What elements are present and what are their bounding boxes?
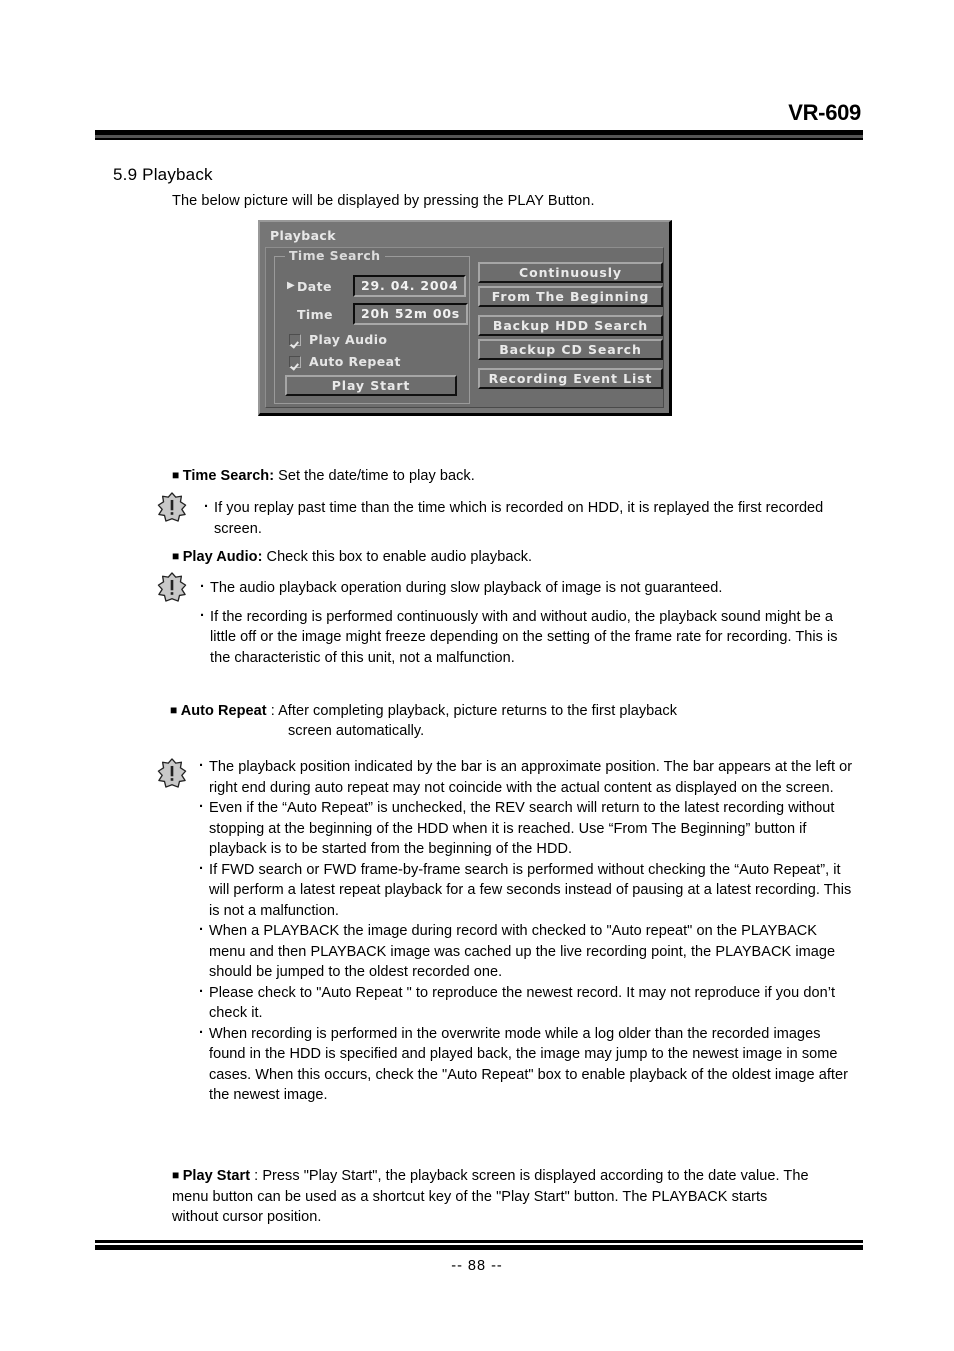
auto-repeat-desc: : After completing playback, picture ret… bbox=[266, 703, 677, 719]
auto-repeat-term: Auto Repeat bbox=[180, 703, 267, 719]
backup-cd-search-button[interactable]: Backup CD Search bbox=[478, 339, 663, 360]
time-value[interactable]: 20h 52m 00s bbox=[353, 303, 469, 325]
play-start-paragraph: Play Start : Press "Play Start", the pla… bbox=[172, 1165, 812, 1228]
note-2-block: The audio playback operation during slow… bbox=[199, 577, 854, 669]
warning-icon-3 bbox=[157, 758, 187, 788]
dialog-action-buttons: Continuously From The Beginning Backup H… bbox=[478, 262, 663, 389]
manual-page: VR-609 5.9 Playback The below picture wi… bbox=[0, 0, 954, 1351]
play-audio-checkbox[interactable] bbox=[289, 333, 301, 346]
section-heading: 5.9 Playback bbox=[113, 165, 213, 184]
time-field-row[interactable]: Time 20h 52m 00s bbox=[285, 303, 469, 325]
play-audio-term: Play Audio: bbox=[182, 549, 263, 565]
note-2-list: The audio playback operation during slow… bbox=[199, 577, 854, 669]
play-start-term: Play Start bbox=[182, 1168, 251, 1184]
note-1-list: If you replay past time than the time wh… bbox=[203, 497, 851, 539]
time-search-legend: Time Search bbox=[285, 248, 386, 263]
warning-icon-2 bbox=[157, 572, 187, 602]
note-3-block: The playback position indicated by the b… bbox=[198, 756, 854, 1106]
model-name: VR-609 bbox=[788, 100, 861, 125]
play-audio-paragraph: Play Audio: Check this box to enable aud… bbox=[172, 546, 832, 568]
note-1-item: If you replay past time than the time wh… bbox=[203, 497, 851, 539]
play-start-desc: : Press "Play Start", the playback scree… bbox=[172, 1168, 809, 1225]
note-2-item-b: If the recording is performed continuous… bbox=[199, 606, 854, 669]
note-3-item-b: Even if the “Auto Repeat” is unchecked, … bbox=[198, 797, 854, 860]
note-3-item-d: When a PLAYBACK the image during record … bbox=[198, 920, 854, 983]
playback-dialog: Playback Time Search ▶ Date 29. 04. 2004… bbox=[258, 220, 672, 416]
page-number: -- 88 -- bbox=[451, 1258, 503, 1274]
date-field-row[interactable]: ▶ Date 29. 04. 2004 bbox=[285, 275, 467, 297]
page-header: VR-609 bbox=[95, 100, 863, 150]
play-audio-checkbox-row[interactable]: Play Audio bbox=[289, 332, 387, 347]
dialog-title: Playback bbox=[270, 228, 336, 243]
note-3-item-e: Please check to "Auto Repeat " to reprod… bbox=[198, 982, 854, 1024]
cursor-arrow-icon: ▶ bbox=[287, 280, 295, 291]
time-search-term: Time Search: bbox=[182, 468, 275, 484]
play-start-button[interactable]: Play Start bbox=[285, 375, 457, 396]
continuously-button[interactable]: Continuously bbox=[478, 262, 663, 283]
note-3-item-f: When recording is performed in the overw… bbox=[198, 1023, 854, 1106]
note-2-item-a: The audio playback operation during slow… bbox=[199, 577, 854, 599]
time-search-desc: Set the date/time to play back. bbox=[274, 468, 475, 484]
dialog-body: Time Search ▶ Date 29. 04. 2004 Time 20h… bbox=[265, 247, 664, 408]
note-3-item-a: The playback position indicated by the b… bbox=[198, 756, 854, 798]
warning-icon bbox=[157, 492, 187, 522]
auto-repeat-paragraph: Auto Repeat : After completing playback,… bbox=[170, 700, 830, 722]
date-value[interactable]: 29. 04. 2004 bbox=[353, 275, 467, 297]
time-search-group: Time Search ▶ Date 29. 04. 2004 Time 20h… bbox=[274, 248, 470, 404]
recording-event-list-button[interactable]: Recording Event List bbox=[478, 368, 663, 389]
header-rule bbox=[95, 130, 863, 140]
play-audio-label: Play Audio bbox=[309, 332, 388, 347]
time-label: Time bbox=[297, 306, 333, 322]
date-label: Date bbox=[297, 278, 332, 294]
auto-repeat-checkbox[interactable] bbox=[289, 355, 301, 368]
note-1-block: If you replay past time than the time wh… bbox=[203, 497, 851, 539]
note-3-list: The playback position indicated by the b… bbox=[198, 756, 854, 1106]
from-the-beginning-button[interactable]: From The Beginning bbox=[478, 286, 663, 307]
auto-repeat-checkbox-row[interactable]: Auto Repeat bbox=[289, 354, 401, 369]
auto-repeat-label: Auto Repeat bbox=[309, 354, 401, 369]
play-audio-desc: Check this box to enable audio playback. bbox=[262, 549, 533, 565]
auto-repeat-paragraph-line2: screen automatically. bbox=[288, 723, 425, 739]
footer-rule bbox=[95, 1240, 863, 1250]
section-intro: The below picture will be displayed by p… bbox=[172, 193, 595, 209]
backup-hdd-search-button[interactable]: Backup HDD Search bbox=[478, 315, 663, 336]
time-search-paragraph: Time Search: Set the date/time to play b… bbox=[172, 465, 832, 487]
note-3-item-c: If FWD search or FWD frame-by-frame sear… bbox=[198, 859, 854, 922]
